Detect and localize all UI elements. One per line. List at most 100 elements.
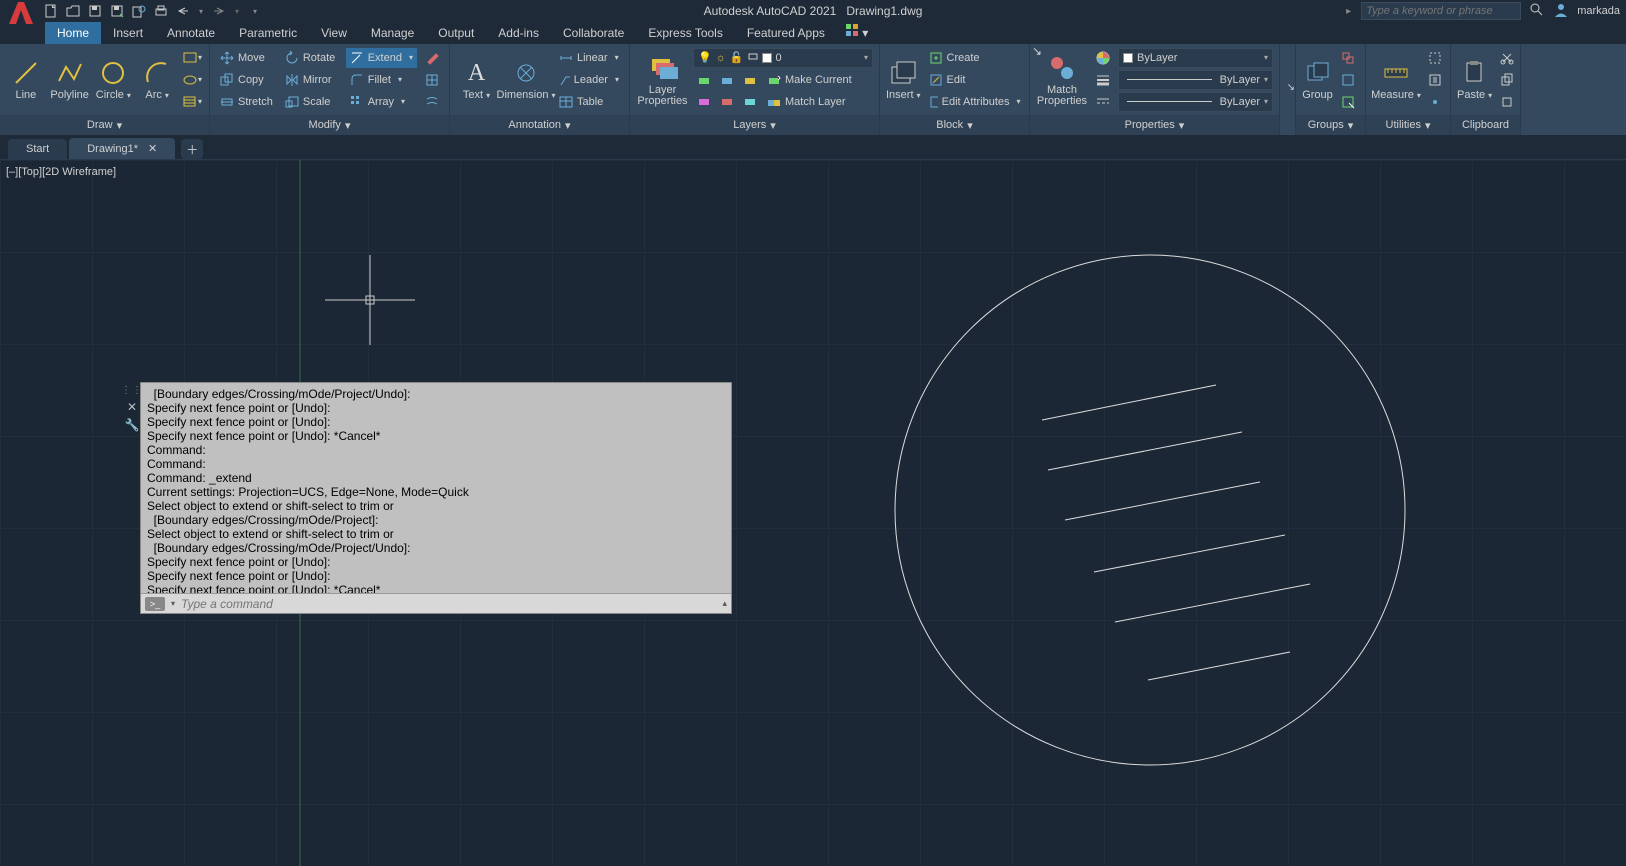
tab-view[interactable]: View [309, 22, 359, 44]
command-window[interactable]: ⋮⋮ ✕ 🔧 [Boundary edges/Crossing/mOde/Pro… [140, 382, 732, 614]
insert-block-button[interactable]: Insert [886, 47, 921, 113]
create-block-button[interactable]: Create [925, 48, 1025, 68]
edit-block-button[interactable]: Edit [925, 70, 1025, 90]
undo-icon[interactable] [174, 2, 192, 20]
rectangle-icon[interactable]: ▾ [181, 48, 203, 68]
undo-dropdown-icon[interactable]: ▾ [196, 2, 206, 20]
array-button[interactable]: Array [346, 92, 417, 112]
file-tab-start[interactable]: Start [8, 139, 67, 159]
web-save-icon[interactable] [130, 2, 148, 20]
tab-featuredapps[interactable]: Featured Apps [735, 22, 837, 44]
panel-layers-title[interactable]: Layers ▾ [630, 115, 879, 135]
paste-button[interactable]: Paste [1457, 47, 1492, 113]
grip-icon[interactable]: ⋮⋮ [121, 385, 143, 396]
arc-button[interactable]: Arc [137, 47, 177, 113]
layer-tool-2-icon[interactable] [716, 70, 738, 90]
linetype-bylayer-dropdown[interactable]: ByLayer▾ [1118, 92, 1273, 112]
extend-button[interactable]: Extend [346, 48, 417, 68]
save-icon[interactable] [86, 2, 104, 20]
tab-output[interactable]: Output [426, 22, 486, 44]
group-select-icon[interactable] [1337, 92, 1359, 112]
layer-properties-button[interactable]: Layer Properties [636, 47, 689, 113]
command-prompt-icon[interactable]: >_ [145, 597, 165, 611]
panel-annotation-title[interactable]: Annotation ▾ [450, 115, 629, 135]
layer-tool-6-icon[interactable] [739, 91, 761, 111]
layer-tool-1-icon[interactable] [693, 70, 715, 90]
point-icon[interactable] [1424, 92, 1446, 112]
copy-button[interactable]: Copy [216, 70, 277, 90]
copy-clip-icon[interactable] [1496, 70, 1518, 90]
tab-annotate[interactable]: Annotate [155, 22, 227, 44]
match-prop-clip-icon[interactable] [1496, 92, 1518, 112]
match-layer-button[interactable]: Match Layer [763, 92, 856, 112]
redo-icon[interactable] [210, 2, 228, 20]
ellipse-icon[interactable]: ▾ [181, 70, 203, 90]
make-current-button[interactable]: Make Current [763, 70, 856, 90]
command-input[interactable] [181, 597, 716, 611]
new-icon[interactable] [42, 2, 60, 20]
linear-button[interactable]: Linear [555, 48, 623, 68]
leader-button[interactable]: Leader [555, 70, 623, 90]
mirror-button[interactable]: Mirror [281, 70, 342, 90]
open-icon[interactable] [64, 2, 82, 20]
panel-groups-title[interactable]: Groups ▾ [1296, 115, 1365, 135]
add-tab-button[interactable]: ＋ [181, 139, 203, 159]
tab-expresstools[interactable]: Express Tools [636, 22, 734, 44]
panel-properties-title[interactable]: Properties ▾ [1030, 115, 1279, 135]
tab-collaborate[interactable]: Collaborate [551, 22, 636, 44]
fillet-button[interactable]: Fillet [346, 70, 417, 90]
stretch-button[interactable]: Stretch [216, 92, 277, 112]
tab-addins[interactable]: Add-ins [486, 22, 551, 44]
group-button[interactable]: Group [1302, 47, 1333, 113]
panel-utilities-title[interactable]: Utilities ▾ [1366, 115, 1450, 135]
color-wheel-icon[interactable] [1092, 48, 1114, 68]
line-button[interactable]: Line [6, 47, 46, 113]
linetype-icon[interactable] [1092, 92, 1114, 112]
dimension-button[interactable]: Dimension [501, 47, 551, 113]
qat-customize-icon[interactable]: ▾ [246, 2, 264, 20]
close-tab-icon[interactable]: ✕ [148, 143, 157, 155]
scale-button[interactable]: Scale [281, 92, 342, 112]
rotate-button[interactable]: Rotate [281, 48, 342, 68]
wrench-icon[interactable]: 🔧 [125, 418, 140, 432]
plot-icon[interactable] [152, 2, 170, 20]
explode-icon[interactable] [421, 70, 443, 90]
hatch-icon[interactable]: ▾ [181, 92, 203, 112]
select-all-icon[interactable] [1424, 48, 1446, 68]
panel-properties-launcher[interactable]: ↘ [1280, 44, 1296, 135]
panel-modify-title[interactable]: Modify ▾ [210, 115, 449, 135]
lineweight-icon[interactable] [1092, 70, 1114, 90]
redo-dropdown-icon[interactable]: ▾ [232, 2, 242, 20]
measure-button[interactable]: Measure [1372, 47, 1420, 113]
group-edit-icon[interactable] [1337, 70, 1359, 90]
user-name[interactable]: markada [1577, 5, 1620, 17]
command-window-handle[interactable]: ⋮⋮ ✕ 🔧 [123, 383, 141, 432]
drawing-canvas[interactable]: [–][Top][2D Wireframe] ⋮⋮ ✕ 🔧 [Boundary … [0, 160, 1626, 866]
close-cmd-icon[interactable]: ✕ [127, 400, 137, 414]
polyline-button[interactable]: Polyline [50, 47, 90, 113]
layer-dropdown[interactable]: 💡 ☼ 🔓 0 ▾ [693, 48, 873, 68]
ungroup-icon[interactable] [1337, 48, 1359, 68]
panel-properties-expand-icon[interactable]: ↘ [1030, 44, 1044, 62]
tab-manage[interactable]: Manage [359, 22, 426, 44]
panel-draw-title[interactable]: Draw ▾ [0, 115, 209, 135]
saveas-icon[interactable] [108, 2, 126, 20]
tab-insert[interactable]: Insert [101, 22, 155, 44]
layer-tool-3-icon[interactable] [739, 70, 761, 90]
file-tab-drawing[interactable]: Drawing1*✕ [69, 138, 175, 159]
table-button[interactable]: Table [555, 92, 623, 112]
search-icon[interactable] [1529, 2, 1545, 21]
text-button[interactable]: AText [456, 47, 497, 113]
search-input[interactable] [1361, 2, 1521, 20]
user-icon[interactable] [1553, 2, 1569, 21]
tab-parametric[interactable]: Parametric [227, 22, 309, 44]
edit-attributes-button[interactable]: Edit Attributes [925, 92, 1025, 112]
erase-icon[interactable] [421, 48, 443, 68]
viewport-label[interactable]: [–][Top][2D Wireframe] [6, 166, 116, 178]
layer-tool-5-icon[interactable] [716, 91, 738, 111]
color-bylayer-dropdown[interactable]: ByLayer▾ [1118, 48, 1273, 68]
lineweight-bylayer-dropdown[interactable]: ByLayer▾ [1118, 70, 1273, 90]
circle-button[interactable]: Circle [94, 47, 134, 113]
tab-extra-icon[interactable]: ▾ [837, 19, 876, 44]
command-expand-icon[interactable]: ▴ [722, 598, 727, 609]
